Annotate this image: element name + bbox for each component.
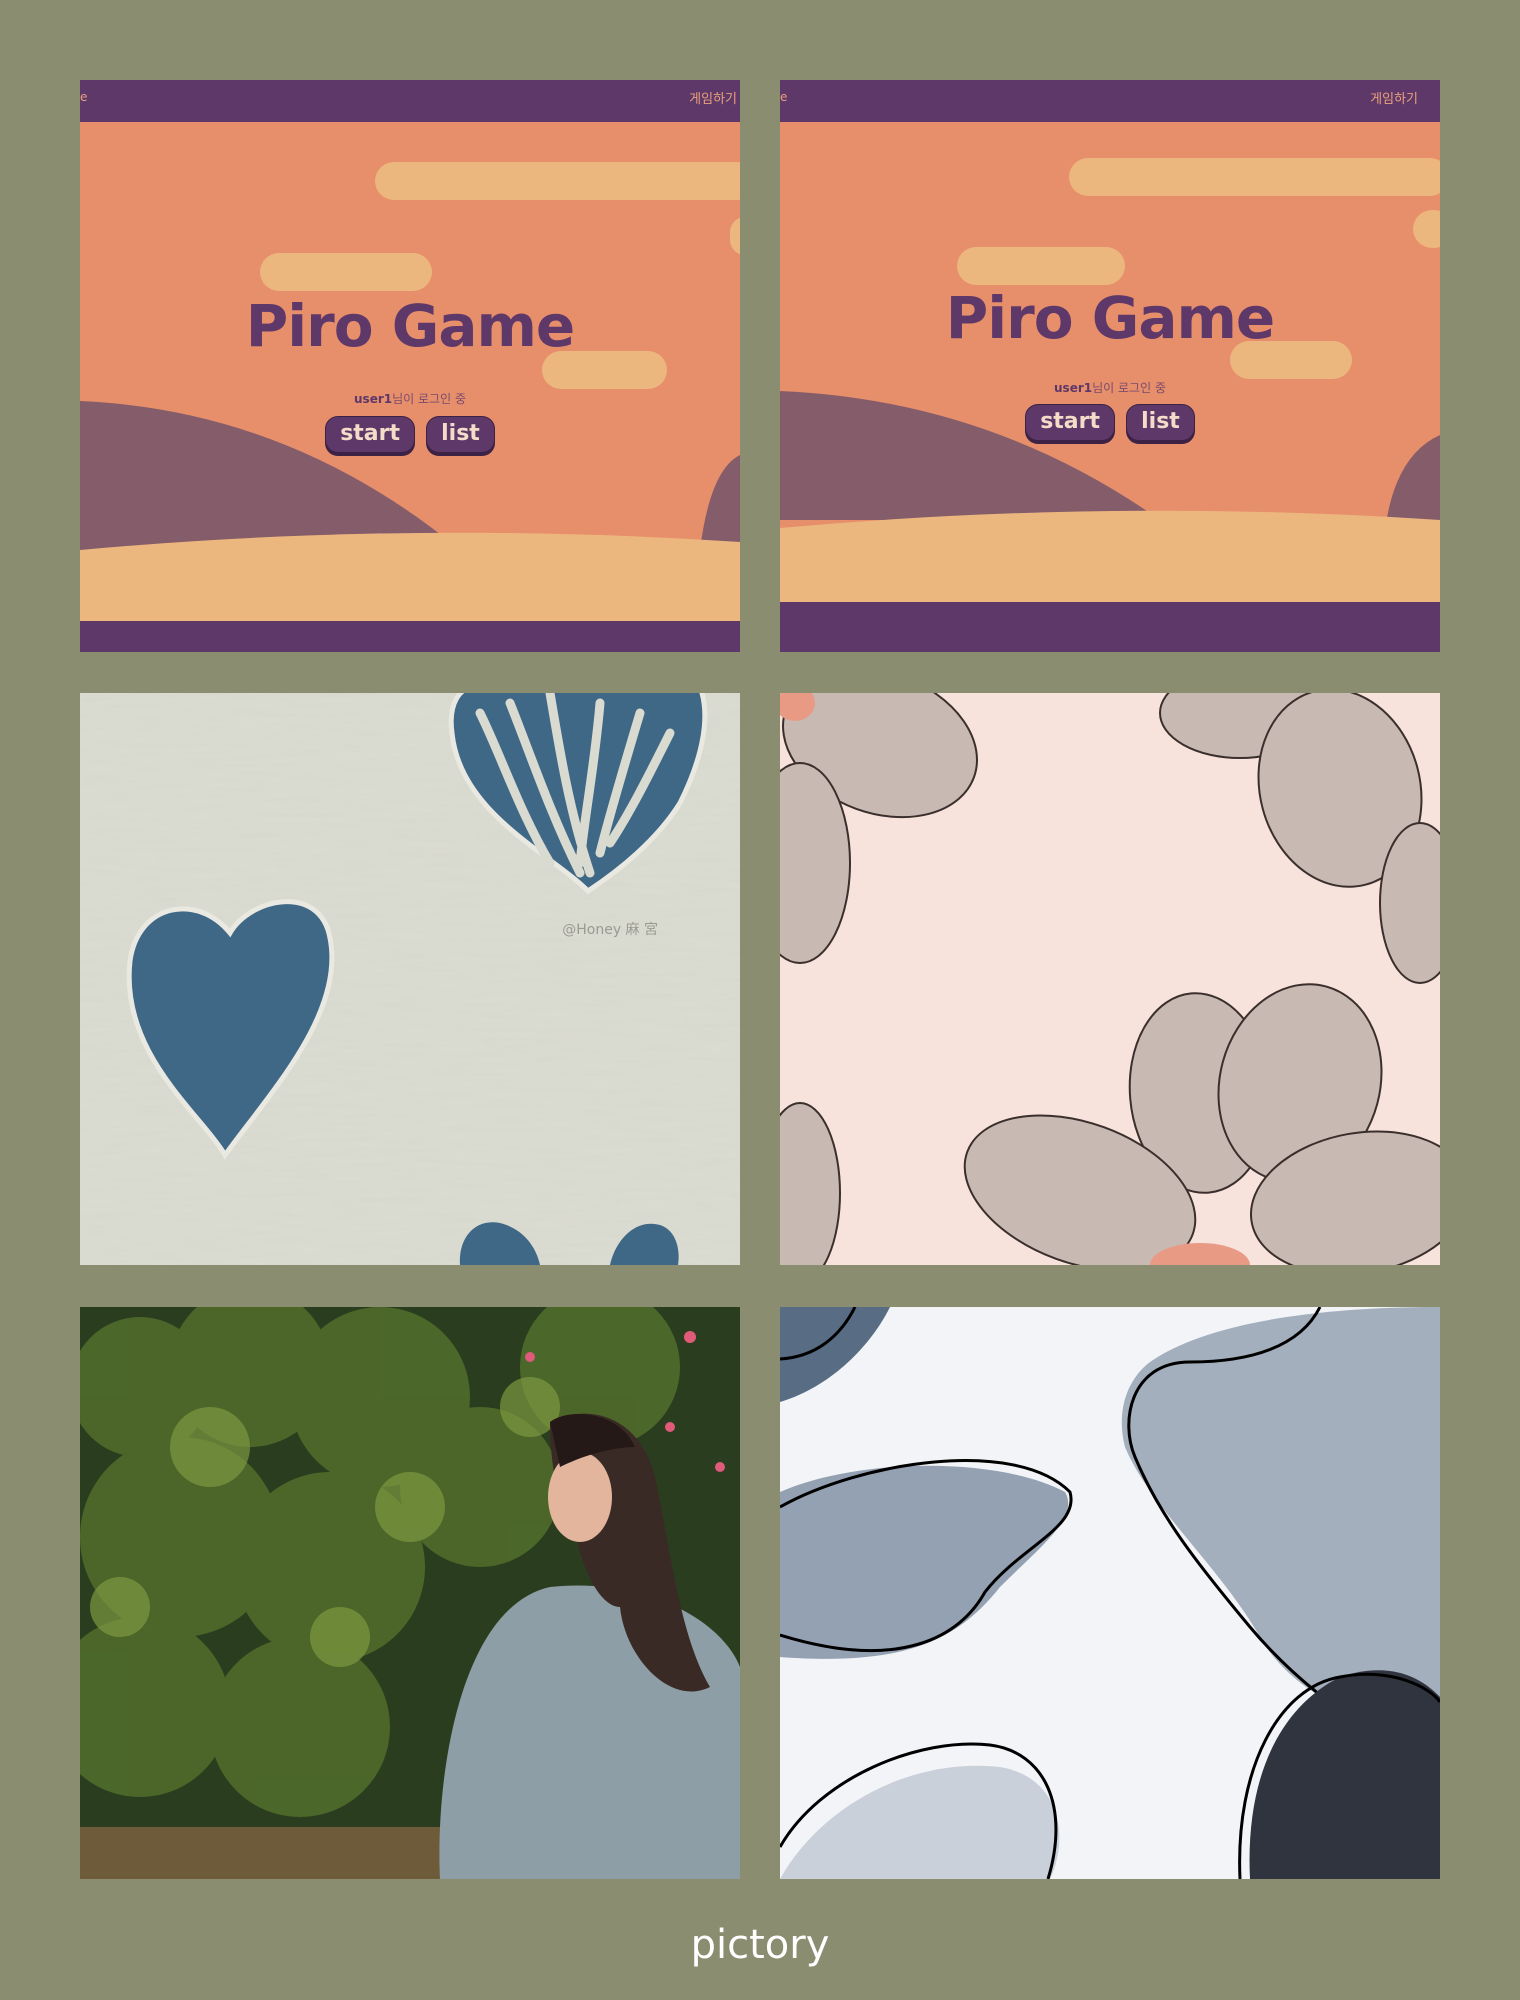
login-user: user1 [354, 392, 393, 406]
game-bottom-bar [80, 621, 740, 652]
game-bottom-bar [780, 602, 1440, 652]
cloud [260, 253, 432, 291]
game-title: Piro Game [245, 292, 576, 360]
login-status: user1님이 로그인 중 [80, 390, 740, 407]
list-button: list [1126, 404, 1195, 441]
gallery-image-hearts[interactable]: @Honey 麻 宮 [80, 693, 740, 1265]
start-button: start [325, 416, 416, 453]
gallery-image-game-1[interactable]: e 게임하기 Piro Game user1님이 로그인 중 start lis… [80, 80, 740, 652]
brand-fragment: e [80, 90, 88, 104]
login-suffix: 님이 로그인 중 [1092, 381, 1166, 395]
cloud [1069, 158, 1440, 196]
list-button: list [426, 416, 495, 453]
login-status: user1님이 로그인 중 [780, 379, 1440, 396]
cloud [375, 162, 740, 200]
brand-fragment: e [780, 90, 788, 104]
gallery-image-abstract[interactable] [780, 1307, 1440, 1879]
game-button-row: start list [80, 416, 740, 453]
gallery-caption: pictory [690, 1922, 830, 1968]
nav-play-link: 게임하기 [1370, 92, 1418, 107]
flower-painting [780, 693, 1440, 1265]
heart-painting [80, 693, 740, 1265]
watermark: @Honey 麻 宮 [562, 922, 658, 938]
gallery-image-portrait[interactable] [80, 1307, 740, 1879]
cloud [957, 247, 1125, 285]
game-top-bar: e 게임하기 [80, 80, 740, 122]
login-user: user1 [1054, 381, 1093, 395]
game-button-row: start list [780, 404, 1440, 441]
abstract-blobs [780, 1307, 1440, 1879]
nav-play-link: 게임하기 [689, 92, 737, 107]
game-top-bar: e 게임하기 [780, 80, 1440, 122]
gallery-image-game-2[interactable]: e 게임하기 Piro Game user1님이 로그인 중 start lis… [780, 80, 1440, 652]
start-button: start [1025, 404, 1116, 441]
login-suffix: 님이 로그인 중 [392, 392, 466, 406]
game-title: Piro Game [945, 284, 1276, 352]
portrait-photo [80, 1307, 740, 1879]
gallery-image-flowers[interactable] [780, 693, 1440, 1265]
